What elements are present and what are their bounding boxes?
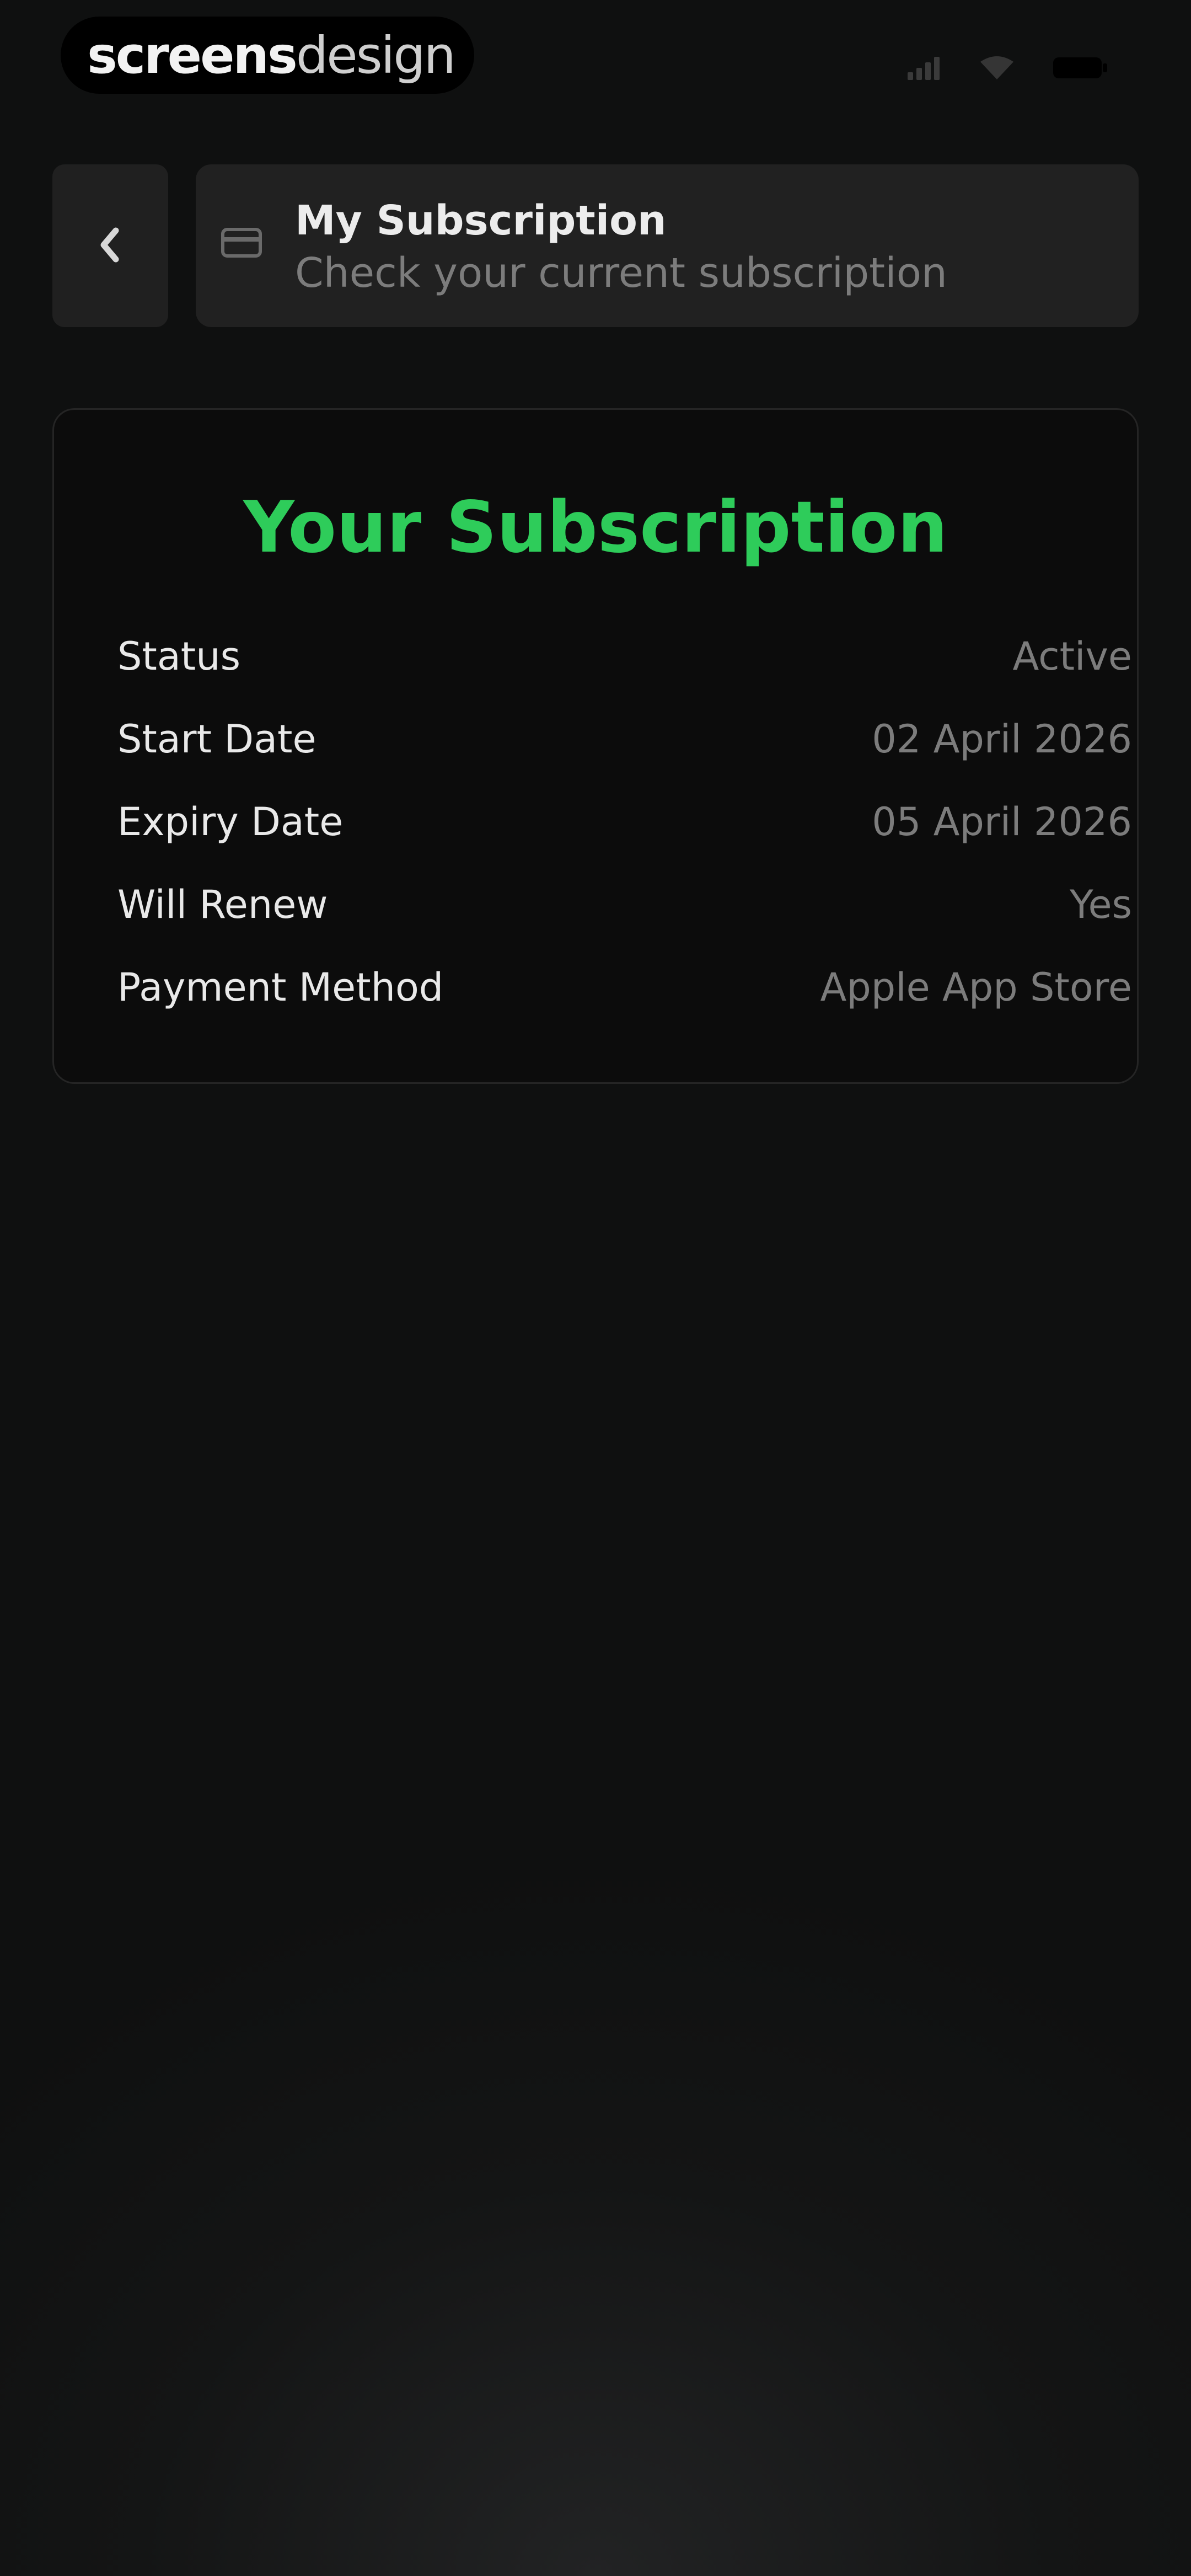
subscription-details: Status Active Start Date 02 April 2026 E…: [117, 615, 1132, 1029]
detail-label: Status: [117, 634, 241, 679]
detail-label: Will Renew: [117, 882, 328, 927]
brand-logo-part-a: screens: [87, 25, 298, 85]
detail-row-expiry-date: Expiry Date 05 April 2026: [117, 781, 1132, 863]
header-title-card: My Subscription Check your current subsc…: [196, 164, 1139, 327]
brand-logo: screens design: [61, 17, 474, 94]
wifi-icon: [979, 55, 1015, 81]
status-bar: screens design: [0, 0, 1191, 132]
detail-row-payment-method: Payment Method Apple App Store: [117, 946, 1132, 1029]
battery-icon: [1053, 55, 1108, 81]
page-subtitle: Check your current subscription: [295, 249, 947, 297]
status-icons: [908, 55, 1108, 81]
chevron-left-icon: [94, 223, 127, 269]
back-button[interactable]: [52, 164, 168, 327]
credit-card-icon: [221, 226, 262, 261]
signal-icon: [908, 56, 941, 80]
detail-value: 02 April 2026: [872, 717, 1132, 762]
detail-value: Active: [1012, 634, 1132, 679]
detail-value: Apple App Store: [820, 965, 1132, 1010]
detail-value: 05 April 2026: [872, 799, 1132, 845]
detail-row-status: Status Active: [117, 615, 1132, 698]
brand-logo-part-b: design: [296, 25, 456, 85]
subscription-heading: Your Subscription: [243, 487, 948, 569]
detail-label: Payment Method: [117, 965, 444, 1010]
subscription-panel: Your Subscription Status Active Start Da…: [52, 408, 1139, 1084]
detail-value: Yes: [1070, 882, 1132, 927]
detail-row-will-renew: Will Renew Yes: [117, 863, 1132, 946]
detail-label: Expiry Date: [117, 799, 344, 845]
header-text: My Subscription Check your current subsc…: [295, 196, 947, 298]
detail-label: Start Date: [117, 717, 316, 762]
page-title: My Subscription: [295, 197, 667, 244]
detail-row-start-date: Start Date 02 April 2026: [117, 698, 1132, 781]
